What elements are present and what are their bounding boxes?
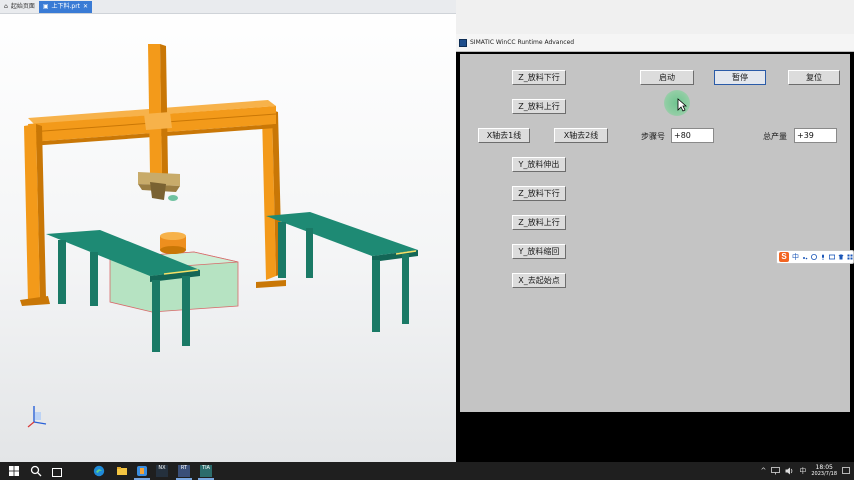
tab-part-file[interactable]: ▣ 上下料.prt ✕ [38,0,93,13]
x-to-origin-button[interactable]: X_去起始点 [512,273,566,288]
step-number-field[interactable]: +80 [671,128,714,143]
system-clock[interactable]: 18:05 2023/7/18 [811,464,837,478]
notification-icon[interactable] [842,467,850,475]
total-output-field[interactable]: +39 [794,128,837,143]
app-icon[interactable] [136,465,148,477]
total-output-label: 总产量 [763,132,787,141]
tia-portal-icon-label: TIA [202,465,210,471]
tab-label: 上下料.prt [51,2,81,10]
y-extend-button[interactable]: Y_放料伸出 [512,157,566,172]
wincc-runtime-window: SIMATIC WinCC Runtime Advanced Z_放料下行 Z_… [456,34,854,462]
z-up-button[interactable]: Z_放料上行 [512,99,566,114]
tray-overflow-chevron-icon[interactable]: ^ [760,467,766,475]
task-view-icon[interactable] [50,465,62,477]
wincc-rt-icon-label: RT [180,465,188,471]
start-button[interactable]: 启动 [640,70,694,85]
system-tray: ^ 中 18:05 2023/7/18 [760,462,850,480]
sogou-logo-icon[interactable]: S [779,252,789,262]
edge-icon[interactable] [93,465,105,477]
tia-portal-icon[interactable]: TIA [200,465,212,477]
document-tab-bar: ⌂ 起始页面 ▣ 上下料.prt ✕ [0,0,456,14]
3d-viewport[interactable] [0,14,456,462]
smiley-icon[interactable] [811,254,817,260]
volume-icon[interactable] [785,467,794,475]
clock-date: 2023/7/18 [811,471,837,477]
gripper [138,172,180,201]
clock-time: 18:05 [815,464,833,471]
tab-start-page[interactable]: ⌂ 起始页面 [0,1,39,13]
ime-toolbar[interactable]: S 中 [776,250,854,264]
windows-start-icon[interactable] [8,465,20,477]
wincc-app-icon [459,38,467,47]
grid-icon[interactable] [847,254,853,260]
input-language-indicator[interactable]: 中 [799,466,806,476]
z-up-2-button[interactable]: Z_放料上行 [512,215,566,230]
reset-button[interactable]: 复位 [788,70,840,85]
shirt-icon[interactable] [838,254,844,260]
home-icon: ⌂ [4,2,8,10]
step-number-label: 步骤号 [641,132,665,141]
punct-icon[interactable] [802,254,808,260]
nx-icon[interactable]: NX [156,465,168,477]
tab-label: 起始页面 [10,2,35,10]
microphone-icon[interactable] [820,254,826,260]
y-retract-button[interactable]: Y_放料缩回 [512,244,566,259]
hmi-screen: Z_放料下行 Z_放料上行 X轴去1线 X轴去2线 Y_放料伸出 Z_放料下行 … [460,54,850,412]
z-down-button[interactable]: Z_放料下行 [512,70,566,85]
x-to-line2-button[interactable]: X轴去2线 [554,128,608,143]
wincc-rt-icon[interactable]: RT [178,465,190,477]
network-icon[interactable] [771,467,781,475]
file-explorer-icon[interactable] [116,465,128,477]
z-down-2-button[interactable]: Z_放料下行 [512,186,566,201]
part-file-icon: ▣ [42,2,49,10]
taskbar: NX RT TIA ^ 中 18:05 2023/7/18 [0,462,854,480]
window-titlebar[interactable]: SIMATIC WinCC Runtime Advanced [456,34,854,52]
close-icon[interactable]: ✕ [83,1,88,13]
modeling-app-window: ⌂ 起始页面 ▣ 上下料.prt ✕ [0,0,456,462]
nx-icon-label: NX [158,465,166,471]
x-to-line1-button[interactable]: X轴去1线 [478,128,530,143]
right-conveyor-table [266,212,418,332]
window-title: SIMATIC WinCC Runtime Advanced [470,39,575,46]
search-icon[interactable] [30,465,42,477]
mouse-pointer-icon [677,98,687,112]
pause-button[interactable]: 暂停 [714,70,766,85]
axis-triad-icon [27,406,47,428]
keyboard-icon[interactable] [829,254,835,260]
ime-language-toggle[interactable]: 中 [792,252,799,262]
